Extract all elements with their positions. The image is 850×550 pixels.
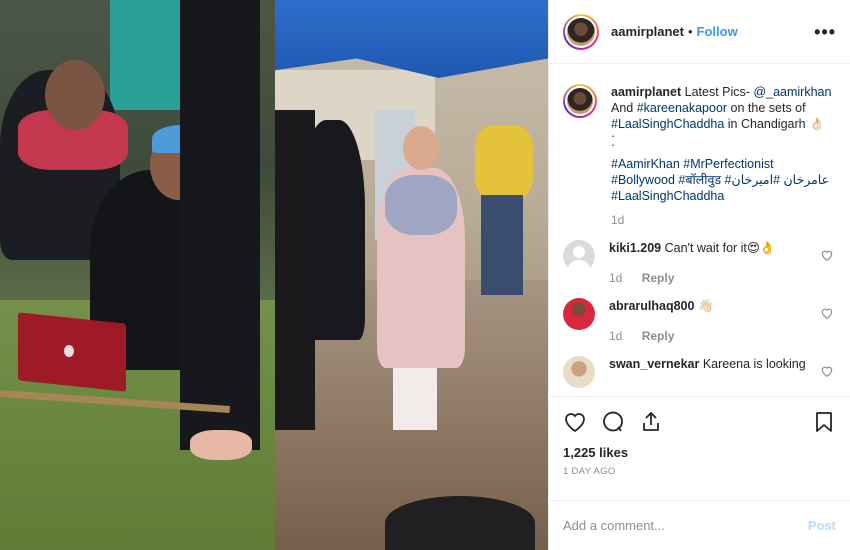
avatar-photo <box>567 88 593 114</box>
foreground-head <box>385 496 535 550</box>
comment-icon[interactable] <box>601 410 625 434</box>
post-photo[interactable] <box>0 0 548 550</box>
hashtag-link[interactable]: #kareenakapoor <box>637 101 727 115</box>
post-header: aamirplanet • Follow ••• <box>549 0 850 64</box>
avatar[interactable] <box>563 13 599 50</box>
comment-text: 👋🏻 <box>697 299 714 313</box>
comment-time[interactable]: 1d <box>609 329 622 343</box>
comment-body: kiki1.209 Can't wait for it😍👌 1d Reply <box>609 240 836 286</box>
comment-meta: 1d Reply <box>609 270 836 286</box>
hashtag-line[interactable]: #LaalSinghChaddha <box>611 188 831 204</box>
mention-link[interactable]: @_aamirkhan <box>753 85 831 99</box>
avatar-ring <box>565 86 595 116</box>
caption-username[interactable]: aamirplanet <box>611 85 681 99</box>
like-comment-heart-icon[interactable] <box>820 248 834 262</box>
instagram-post: aamirplanet • Follow ••• aamirplanet Lat… <box>0 0 850 550</box>
action-icons <box>563 407 836 437</box>
woman-legs <box>393 360 437 430</box>
caption-text-2b: on the sets of <box>727 101 806 115</box>
comment-avatar[interactable] <box>563 240 595 272</box>
hashtag-line[interactable]: #AamirKhan #MrPerfectionist <box>611 156 831 172</box>
comment-avatar[interactable] <box>563 298 595 330</box>
comment-username[interactable]: swan_vernekar <box>609 357 699 371</box>
person-black-shirt <box>300 120 365 340</box>
caption: aamirplanet Latest Pics- @_aamirkhan And… <box>563 84 836 228</box>
like-heart-icon[interactable] <box>563 410 587 434</box>
person-yellow-legs <box>481 195 523 295</box>
follow-button[interactable]: Follow <box>697 24 738 39</box>
comment-body: swan_vernekar Kareena is looking <box>609 356 836 388</box>
caption-line-1: aamirplanet Latest Pics- @_aamirkhan <box>611 84 831 100</box>
caption-text: aamirplanet Latest Pics- @_aamirkhan And… <box>611 84 831 228</box>
comment-meta: 1d Reply <box>609 328 836 344</box>
caption-line-2: And #kareenakapoor on the sets of <box>611 100 831 116</box>
likes-count[interactable]: 1,225 likes <box>563 445 836 460</box>
caption-dot: · <box>611 129 616 143</box>
share-icon[interactable] <box>639 410 663 434</box>
photo-left-panel <box>0 0 275 550</box>
more-options-icon[interactable]: ••• <box>814 23 836 41</box>
comment-time[interactable]: 1d <box>609 271 622 285</box>
caption-time[interactable]: 1d <box>611 212 831 228</box>
person-background <box>110 0 180 110</box>
blue-tent <box>275 0 548 78</box>
caption-text-1: Latest Pics- <box>684 85 754 99</box>
hashtag-line[interactable]: #Bollywood #बॉलीवुड #عامرخان #امیرخان <box>611 172 831 188</box>
post-sidebar: aamirplanet • Follow ••• aamirplanet Lat… <box>548 0 850 550</box>
reply-button[interactable]: Reply <box>642 329 675 343</box>
bookmark-icon[interactable] <box>812 410 836 434</box>
like-comment-heart-icon[interactable] <box>820 306 834 320</box>
post-button[interactable]: Post <box>808 518 836 533</box>
comment-item: abrarulhaq800 👋🏻 1d Reply <box>563 298 836 344</box>
avatar-photo <box>567 17 595 46</box>
caption-line-3: #LaalSinghChaddha in Chandigarh 👌🏻 <box>611 116 831 132</box>
comment-composer: Post <box>549 500 850 550</box>
like-comment-heart-icon[interactable] <box>820 364 834 378</box>
comment-avatar[interactable] <box>563 356 595 388</box>
reply-button[interactable]: Reply <box>642 271 675 285</box>
caption-dot: · <box>611 138 616 152</box>
avatar-ring <box>565 15 597 48</box>
comment-item: swan_vernekar Kareena is looking <box>563 356 836 388</box>
header-username[interactable]: aamirplanet <box>611 24 684 39</box>
header-separator: • <box>687 24 693 39</box>
person-standing <box>180 0 260 450</box>
woman-scarf <box>385 175 457 235</box>
comment-item: kiki1.209 Can't wait for it😍👌 1d Reply <box>563 240 836 286</box>
caption-text-2: And <box>611 101 637 115</box>
comment-text: Can't wait for it😍👌 <box>664 241 776 255</box>
post-date[interactable]: 1 DAY AGO <box>563 466 836 477</box>
person-left-head <box>45 60 105 130</box>
comment-input[interactable] <box>563 518 808 533</box>
woman-head <box>403 126 439 170</box>
comment-text: Kareena is looking <box>702 357 806 371</box>
person-yellow-shirt <box>475 125 533 200</box>
comment-username[interactable]: abrarulhaq800 <box>609 299 694 313</box>
shoe <box>190 430 252 460</box>
laptop-logo <box>64 345 74 357</box>
comment-body: abrarulhaq800 👋🏻 1d Reply <box>609 298 836 344</box>
post-actions: 1,225 likes 1 DAY AGO <box>549 396 850 500</box>
comment-username[interactable]: kiki1.209 <box>609 241 661 255</box>
caption-avatar[interactable] <box>563 84 597 118</box>
photo-right-panel <box>275 0 548 550</box>
hashtag-link[interactable]: #LaalSinghChaddha <box>611 117 724 131</box>
comments-list[interactable]: aamirplanet Latest Pics- @_aamirkhan And… <box>549 64 850 396</box>
caption-text-3: in Chandigarh 👌🏻 <box>724 117 825 131</box>
